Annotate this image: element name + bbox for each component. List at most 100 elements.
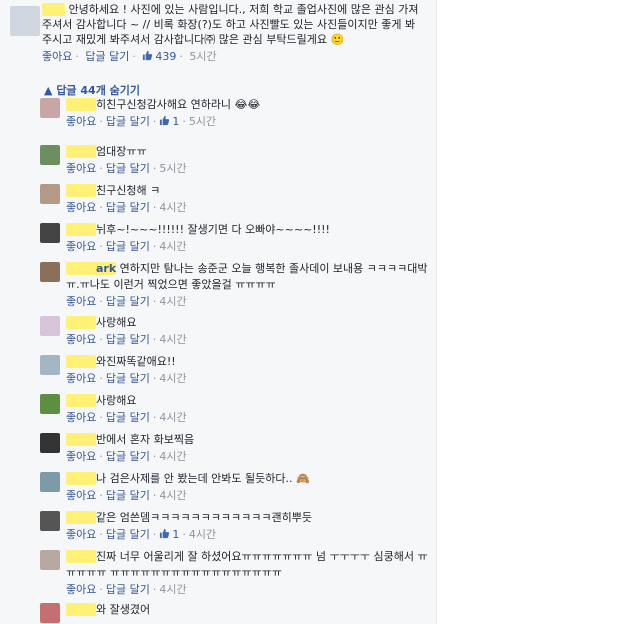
like-link[interactable]: 좋아요 <box>66 411 96 424</box>
reply-actions: 좋아요 · 답글 달기 · 4시간 <box>66 450 430 464</box>
reply-link[interactable]: 답글 달기 <box>106 583 150 596</box>
reply-link[interactable]: 답글 달기 <box>106 333 150 346</box>
reply-link[interactable]: 답글 달기 <box>106 489 150 502</box>
avatar[interactable] <box>10 6 40 36</box>
separator: · <box>99 411 103 424</box>
timestamp[interactable]: 4시간 <box>159 450 186 463</box>
timestamp[interactable]: 5시간 <box>189 50 216 63</box>
separator: · <box>99 450 103 463</box>
reply-author[interactable] <box>66 184 96 197</box>
separator: · <box>152 528 157 541</box>
reply-author[interactable] <box>66 223 96 236</box>
timestamp[interactable]: 4시간 <box>159 489 186 502</box>
reply-link[interactable]: 답글 달기 <box>106 450 150 463</box>
reply-author[interactable] <box>66 355 96 368</box>
separator: · <box>99 489 103 502</box>
avatar[interactable] <box>40 316 60 336</box>
like-link[interactable]: 좋아요 <box>42 50 72 63</box>
reply-author[interactable] <box>66 316 96 329</box>
reply-link[interactable]: 답글 달기 <box>106 162 150 175</box>
separator: · <box>182 528 186 541</box>
like-count[interactable]: 439 <box>155 50 176 63</box>
reply-link[interactable]: 답글 달기 <box>85 50 129 63</box>
like-link[interactable]: 좋아요 <box>66 372 96 385</box>
timestamp[interactable]: 4시간 <box>159 333 186 346</box>
reply-author[interactable] <box>66 433 96 446</box>
timestamp[interactable]: 4시간 <box>159 372 186 385</box>
like-link[interactable]: 좋아요 <box>66 489 96 502</box>
separator: · <box>152 583 157 596</box>
timestamp[interactable]: 4시간 <box>159 411 186 424</box>
avatar[interactable] <box>40 472 60 492</box>
like-link[interactable]: 좋아요 <box>66 115 96 128</box>
reply-author[interactable]: ark <box>66 262 117 275</box>
reply-author[interactable] <box>66 394 96 407</box>
reply-actions: 좋아요 · 답글 달기 · 4시간 <box>66 240 430 254</box>
caret-up-icon: ▲ <box>44 84 53 97</box>
reply-actions: 좋아요 · 답글 달기 · 4시간 <box>66 583 430 597</box>
hide-replies-toggle[interactable]: ▲ 답글 44개 숨기기 <box>44 82 140 98</box>
separator: · <box>152 162 157 175</box>
reply-link[interactable]: 답글 달기 <box>106 240 150 253</box>
avatar[interactable] <box>40 603 60 623</box>
reply-link[interactable]: 답글 달기 <box>106 528 150 541</box>
reply-link[interactable]: 답글 달기 <box>106 411 150 424</box>
timestamp[interactable]: 4시간 <box>159 295 186 308</box>
timestamp[interactable]: 5시간 <box>159 162 186 175</box>
like-link[interactable]: 좋아요 <box>66 528 96 541</box>
like-link[interactable]: 좋아요 <box>66 240 96 253</box>
avatar[interactable] <box>40 223 60 243</box>
separator: · <box>152 240 157 253</box>
avatar[interactable] <box>40 394 60 414</box>
reply-author[interactable] <box>66 511 96 524</box>
comments-panel: 안녕하세요 ! 사진에 있는 사람입니다., 저희 학교 졸업사진에 많은 관심… <box>0 0 437 624</box>
reply-link[interactable]: 답글 달기 <box>106 115 150 128</box>
thumbs-up-icon <box>160 115 170 126</box>
avatar[interactable] <box>40 511 60 531</box>
reply-text: 사랑해요 <box>96 316 137 329</box>
avatar[interactable] <box>40 184 60 204</box>
timestamp[interactable]: 4시간 <box>159 240 186 253</box>
reply-author[interactable] <box>66 603 96 616</box>
separator: · <box>152 201 157 214</box>
avatar[interactable] <box>40 433 60 453</box>
like-link[interactable]: 좋아요 <box>66 333 96 346</box>
reply-link[interactable]: 답글 달기 <box>106 201 150 214</box>
reply-actions: 좋아요 · 답글 달기 · 4시간 <box>66 411 430 425</box>
like-link[interactable]: 좋아요 <box>66 201 96 214</box>
separator: · <box>99 201 103 214</box>
like-link[interactable]: 좋아요 <box>66 295 96 308</box>
comment-text: 안녕하세요 ! 사진에 있는 사람입니다., 저희 학교 졸업사진에 많은 관심… <box>42 3 419 46</box>
separator: · <box>152 333 157 346</box>
thumbs-up-icon <box>160 528 170 539</box>
timestamp[interactable]: 4시간 <box>159 201 186 214</box>
separator: · <box>99 295 103 308</box>
comment-actions: 좋아요 · 답글 달기 · 439 · 5시간 <box>42 50 217 63</box>
timestamp[interactable]: 5시간 <box>189 115 216 128</box>
reply-author[interactable] <box>66 550 96 563</box>
reply-link[interactable]: 답글 달기 <box>106 372 150 385</box>
separator: · <box>99 528 103 541</box>
separator: · <box>99 240 103 253</box>
reply-author[interactable] <box>66 472 96 485</box>
like-link[interactable]: 좋아요 <box>66 162 96 175</box>
avatar[interactable] <box>40 550 60 570</box>
timestamp[interactable]: 4시간 <box>189 528 216 541</box>
like-link[interactable]: 좋아요 <box>66 450 96 463</box>
avatar[interactable] <box>40 98 60 118</box>
like-link[interactable]: 좋아요 <box>66 583 96 596</box>
separator: · <box>99 583 103 596</box>
avatar[interactable] <box>40 145 60 165</box>
reply-link[interactable]: 답글 달기 <box>106 295 150 308</box>
reply-actions: 좋아요 · 답글 달기 · 1 · 4시간 <box>66 528 430 542</box>
timestamp[interactable]: 4시간 <box>159 583 186 596</box>
reply-author[interactable] <box>66 98 96 111</box>
reply-text: 사랑해요 <box>96 394 137 407</box>
reply-text: 같은 엄쓴뎀ㅋㅋㅋㅋㅋㅋㅋㅋㅋㅋㅋㅋ괜히뿌듯 <box>96 511 313 524</box>
avatar[interactable] <box>40 355 60 375</box>
comment-author[interactable] <box>42 3 65 16</box>
reply-text: 반에서 혼자 화보찍음 <box>96 433 195 446</box>
reply-text: 엄대장ㅠㅠ <box>96 145 147 158</box>
reply-author[interactable] <box>66 145 96 158</box>
avatar[interactable] <box>40 262 60 282</box>
